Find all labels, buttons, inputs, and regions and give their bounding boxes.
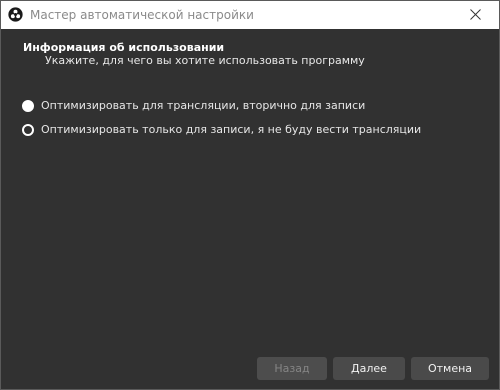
- cancel-button[interactable]: Отмена: [411, 357, 489, 380]
- page-title: Информация об использовании: [23, 41, 225, 54]
- next-button[interactable]: Далее: [333, 357, 405, 380]
- radio-button-selected[interactable]: [22, 100, 34, 112]
- radio-label-recording[interactable]: Оптимизировать только для записи, я не б…: [41, 123, 421, 137]
- auto-config-wizard-window: Мастер автоматической настройки Информац…: [0, 0, 500, 390]
- page-subtitle: Укажите, для чего вы хотите использовать…: [45, 54, 365, 67]
- close-icon: [470, 9, 481, 20]
- window-title: Мастер автоматической настройки: [30, 8, 254, 22]
- back-button[interactable]: Назад: [257, 357, 327, 380]
- radio-label-streaming[interactable]: Оптимизировать для трансляции, вторично …: [41, 99, 365, 113]
- close-button[interactable]: [453, 1, 499, 29]
- title-bar[interactable]: Мастер автоматической настройки: [1, 1, 499, 29]
- radio-button-unselected[interactable]: [22, 124, 34, 136]
- obs-logo-icon: [8, 7, 23, 22]
